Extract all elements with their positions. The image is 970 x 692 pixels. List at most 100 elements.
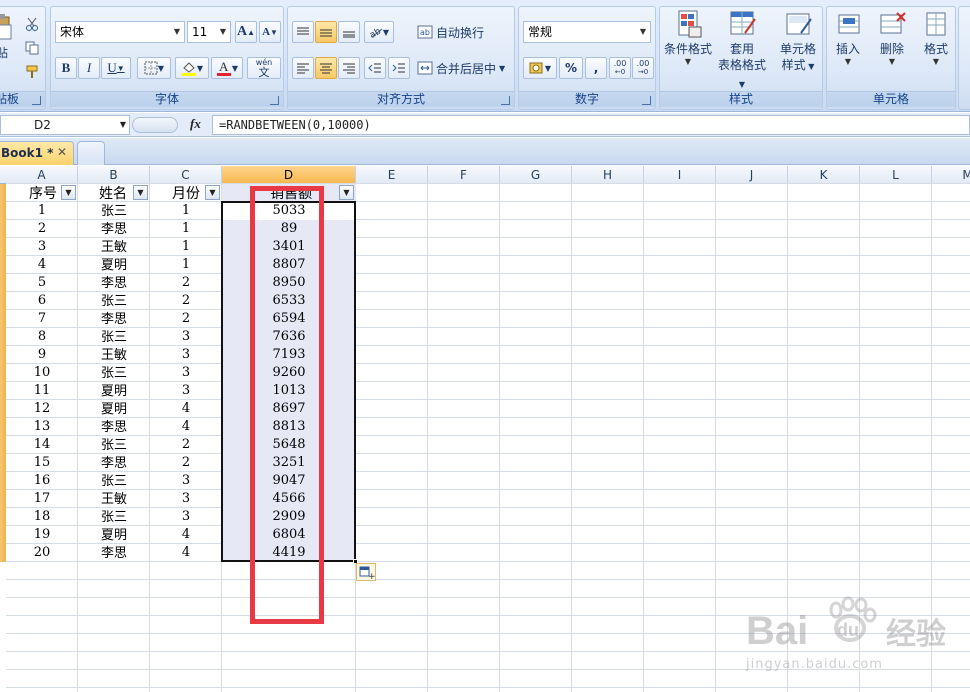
column-header-j[interactable]: J <box>716 166 788 184</box>
table-cell[interactable]: 19 <box>6 526 78 544</box>
table-cell[interactable]: 3 <box>150 472 222 490</box>
column-header-m[interactable]: M <box>932 166 970 184</box>
table-cell[interactable]: 张三 <box>78 508 150 526</box>
bold-button[interactable]: B <box>55 57 77 79</box>
table-cell[interactable]: 17 <box>6 490 78 508</box>
table-cell[interactable]: 李思 <box>78 454 150 472</box>
format-as-table-button[interactable]: 套用 表格格式 ▼ <box>714 9 770 93</box>
table-cell[interactable]: 5 <box>6 274 78 292</box>
increase-decimal-button[interactable]: .00 ←0 <box>609 57 631 79</box>
number-dialog-launcher[interactable] <box>642 96 651 105</box>
align-bottom-button[interactable] <box>338 21 360 43</box>
table-cell[interactable]: 20 <box>6 544 78 562</box>
percent-style-button[interactable]: % <box>559 57 583 79</box>
table-cell[interactable]: 2 <box>150 310 222 328</box>
table-cell[interactable]: 张三 <box>78 328 150 346</box>
column-header-a[interactable]: A <box>6 166 78 184</box>
filter-dropdown-icon[interactable]: ▼ <box>61 185 76 200</box>
borders-button[interactable]: ▼ <box>137 57 171 79</box>
table-cell[interactable]: 3 <box>150 490 222 508</box>
table-cell[interactable]: 8 <box>6 328 78 346</box>
fill-color-button[interactable]: ▼ <box>175 57 209 79</box>
orientation-button[interactable]: ab ▼ <box>364 21 394 43</box>
column-header-g[interactable]: G <box>500 166 572 184</box>
column-header-d[interactable]: D <box>222 166 356 184</box>
italic-button[interactable]: I <box>78 57 100 79</box>
table-cell[interactable]: 4 <box>150 418 222 436</box>
table-cell[interactable]: 2 <box>150 436 222 454</box>
increase-indent-button[interactable] <box>388 57 410 79</box>
phonetic-button[interactable]: wén 文 <box>247 57 281 79</box>
table-cell[interactable]: 10 <box>6 364 78 382</box>
align-middle-button[interactable] <box>315 21 337 43</box>
table-cell[interactable]: 1 <box>150 202 222 220</box>
table-cell[interactable]: 李思 <box>78 544 150 562</box>
decrease-indent-button[interactable] <box>364 57 386 79</box>
table-cell[interactable]: 1 <box>150 256 222 274</box>
header-cell-c[interactable]: 月份 <box>172 184 200 202</box>
header-cell-a[interactable]: 序号 <box>29 184 57 202</box>
table-cell[interactable]: 16 <box>6 472 78 490</box>
wrap-text-button[interactable]: ab 自动换行 <box>416 21 512 43</box>
fx-icon[interactable]: fx <box>190 116 201 132</box>
new-workbook-tab[interactable] <box>77 141 105 165</box>
underline-button[interactable]: U ▼ <box>101 57 131 79</box>
cut-button[interactable] <box>23 13 41 35</box>
table-cell[interactable]: 2 <box>150 454 222 472</box>
table-cell[interactable]: 7 <box>6 310 78 328</box>
table-cell[interactable]: 2 <box>6 220 78 238</box>
align-center-button[interactable] <box>315 57 337 79</box>
table-cell[interactable]: 1 <box>150 238 222 256</box>
table-cell[interactable]: 6 <box>6 292 78 310</box>
copy-button[interactable] <box>23 37 41 59</box>
table-cell[interactable]: 1 <box>150 220 222 238</box>
name-box[interactable]: D2 ▼ <box>0 115 130 135</box>
table-cell[interactable]: 2 <box>150 274 222 292</box>
format-button[interactable]: 格式 ▼ <box>911 9 961 67</box>
column-header-h[interactable]: H <box>572 166 644 184</box>
formula-bar-resize-handle[interactable] <box>132 117 178 133</box>
shrink-font-button[interactable]: A ▼ <box>259 21 281 43</box>
paste-options-button[interactable]: + <box>356 563 376 582</box>
table-cell[interactable]: 14 <box>6 436 78 454</box>
column-header-i[interactable]: I <box>644 166 716 184</box>
table-cell[interactable]: 张三 <box>78 472 150 490</box>
conditional-formatting-button[interactable]: 条件格式 ▼ <box>660 9 716 67</box>
table-cell[interactable]: 张三 <box>78 436 150 454</box>
table-cell[interactable]: 1 <box>6 202 78 220</box>
table-cell[interactable]: 3 <box>150 346 222 364</box>
paste-button[interactable]: 贴 <box>0 13 17 61</box>
table-cell[interactable]: 王敏 <box>78 346 150 364</box>
align-left-button[interactable] <box>292 57 314 79</box>
column-header-f[interactable]: F <box>428 166 500 184</box>
table-cell[interactable]: 2 <box>150 292 222 310</box>
column-header-e[interactable]: E <box>356 166 428 184</box>
table-cell[interactable]: 12 <box>6 400 78 418</box>
table-cell[interactable]: 4 <box>150 526 222 544</box>
table-cell[interactable]: 18 <box>6 508 78 526</box>
table-cell[interactable]: 夏明 <box>78 256 150 274</box>
table-cell[interactable]: 3 <box>150 328 222 346</box>
close-icon[interactable]: ✕ <box>57 145 67 159</box>
number-format-combo[interactable]: 常规 ▼ <box>523 21 651 43</box>
filter-dropdown-icon[interactable]: ▼ <box>339 185 354 200</box>
font-size-combo[interactable]: 11 ▼ <box>187 21 231 43</box>
table-cell[interactable]: 王敏 <box>78 490 150 508</box>
table-cell[interactable]: 张三 <box>78 202 150 220</box>
column-header-b[interactable]: B <box>78 166 150 184</box>
table-cell[interactable]: 张三 <box>78 292 150 310</box>
alignment-dialog-launcher[interactable] <box>501 96 510 105</box>
merge-center-button[interactable]: 合并后居中 ▼ <box>416 57 512 79</box>
font-color-button[interactable]: A ▼ <box>211 57 243 79</box>
workbook-tab-book1[interactable]: Book1 * ✕ <box>0 141 74 165</box>
table-cell[interactable]: 4 <box>6 256 78 274</box>
table-cell[interactable]: 9 <box>6 346 78 364</box>
delete-button[interactable]: 删除 ▼ <box>867 9 917 67</box>
align-top-button[interactable] <box>292 21 314 43</box>
table-cell[interactable]: 11 <box>6 382 78 400</box>
table-cell[interactable]: 李思 <box>78 310 150 328</box>
table-cell[interactable]: 15 <box>6 454 78 472</box>
column-header-l[interactable]: L <box>860 166 932 184</box>
table-cell[interactable]: 3 <box>150 508 222 526</box>
filter-dropdown-icon[interactable]: ▼ <box>205 185 220 200</box>
